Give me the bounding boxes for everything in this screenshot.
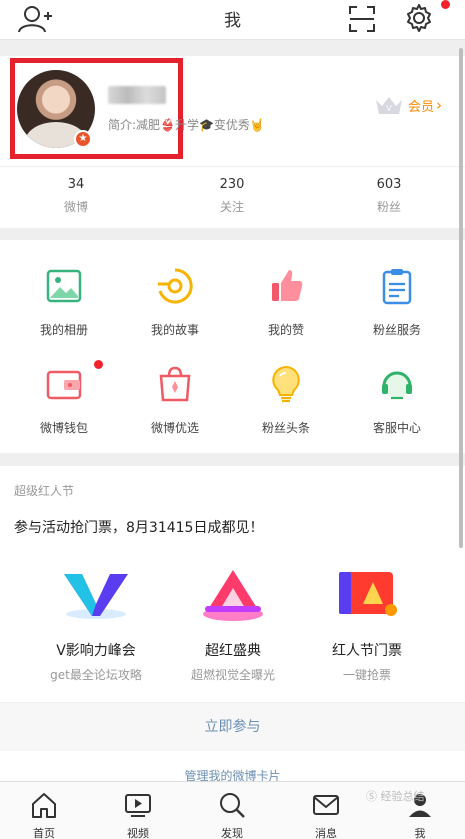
search-icon [220, 793, 245, 818]
grid-label: 粉丝服务 [372, 323, 421, 337]
tab-discover[interactable]: 发现 [202, 790, 262, 839]
grid-item-album[interactable]: 我的相册 [6, 266, 122, 338]
grid-item-story[interactable]: 我的故事 [117, 266, 233, 338]
profile-card[interactable]: ★ 简介:减肥👙升学🎓变优秀🤘 V 会员 › 34 微博 230 关注 603 … [0, 56, 465, 228]
ticket-icon [339, 572, 397, 616]
shopping-bag-icon [159, 366, 191, 402]
grid-label: 我的相册 [39, 323, 88, 337]
stat-count: 603 [376, 177, 402, 192]
event-header: 超级红人节 [14, 484, 75, 498]
tab-label: 发现 [221, 827, 243, 839]
lightbulb-icon [272, 365, 300, 403]
tab-label: 视频 [127, 827, 149, 839]
grid-label: 我的故事 [150, 323, 199, 337]
new-badge-dot [94, 360, 103, 369]
thumb-up-icon [272, 270, 303, 301]
grid-label: 我的赞 [267, 323, 304, 337]
tab-messages[interactable]: 消息 [296, 790, 356, 839]
manage-cards-link[interactable]: 管理我的微博卡片 [0, 751, 465, 783]
grid-label: 微博优选 [150, 421, 199, 435]
event-item-subtitle: 超燃视觉全曝光 [190, 668, 275, 682]
bottom-tab-bar: 首页 视频 发现 消息 我 Ⓢ 经验总结 [0, 781, 465, 839]
grid-label: 客服中心 [372, 421, 421, 435]
join-button[interactable]: 立即参与 [0, 703, 465, 751]
event-item-subtitle: get最全论坛攻略 [50, 668, 142, 682]
notification-dot [441, 0, 450, 9]
stat-count: 230 [219, 177, 245, 192]
tab-label: 消息 [315, 827, 337, 839]
event-subtitle: 参与活动抢门票，8月31415日成都见！ [14, 520, 264, 536]
event-item-title: 红人节门票 [332, 643, 402, 659]
album-icon [46, 269, 82, 303]
event-item-title: V影响力峰会 [56, 643, 136, 659]
home-icon [32, 793, 56, 818]
username-blurred [108, 86, 166, 104]
page-title: 我 [224, 11, 241, 31]
grid-item-headline[interactable]: 粉丝头条 [228, 364, 344, 436]
top-bar: 我 [0, 0, 465, 40]
tab-label: 首页 [33, 827, 55, 839]
highlight-box [10, 58, 183, 159]
vip-button[interactable]: V 会员 › [374, 94, 442, 116]
stat-weibo[interactable]: 34 微博 [36, 177, 116, 215]
story-icon [158, 268, 193, 304]
grid-item-wallet[interactable]: 微博钱包 [6, 360, 122, 436]
stats-row: 34 微博 230 关注 603 粉丝 [0, 166, 465, 228]
stat-following[interactable]: 230 关注 [192, 177, 272, 215]
stat-count: 34 [67, 177, 85, 192]
gear-icon[interactable] [404, 3, 434, 37]
grid-label: 粉丝头条 [261, 421, 310, 435]
video-icon [125, 794, 151, 817]
event-card: 超级红人节 参与活动抢门票，8月31415日成都见！ V影响力峰会 get最全论… [0, 466, 465, 702]
event-item-title: 超红盛典 [205, 643, 261, 659]
tab-home[interactable]: 首页 [14, 790, 74, 839]
tab-label: 我 [414, 827, 426, 839]
watermark: Ⓢ 经验总结 [366, 790, 425, 803]
scan-icon[interactable] [348, 5, 376, 37]
event-item-v-summit[interactable]: V影响力峰会 get最全论坛攻略 [26, 564, 166, 683]
crown-icon: V [376, 97, 402, 114]
stat-label: 微博 [63, 200, 88, 214]
v-logo-icon [64, 574, 128, 619]
scrollbar[interactable] [459, 48, 463, 548]
clipboard-icon [382, 269, 412, 305]
function-grid: 我的相册 我的故事 我的赞 粉丝服务 微博钱包 微博优选 粉丝头条 客服中心 [0, 240, 465, 453]
svg-text:V: V [386, 104, 392, 113]
grid-item-service-center[interactable]: 客服中心 [339, 364, 455, 436]
stat-label: 粉丝 [376, 200, 401, 214]
stage-icon [203, 570, 263, 621]
grid-label: 微博钱包 [39, 421, 88, 435]
event-item-tickets[interactable]: 红人节门票 一键抢票 [297, 564, 437, 683]
vip-label: 会员 [408, 99, 435, 115]
grid-item-likes[interactable]: 我的赞 [228, 266, 344, 338]
stat-label: 关注 [219, 200, 244, 214]
wallet-icon [46, 370, 82, 400]
headset-icon [382, 371, 412, 400]
event-item-gala[interactable]: 超红盛典 超燃视觉全曝光 [163, 564, 303, 683]
event-item-subtitle: 一键抢票 [342, 668, 391, 682]
stat-followers[interactable]: 603 粉丝 [349, 177, 429, 215]
chevron-right-icon: › [436, 96, 443, 114]
tab-video[interactable]: 视频 [108, 790, 168, 839]
grid-item-selection[interactable]: 微博优选 [117, 364, 233, 436]
grid-item-fan-service[interactable]: 粉丝服务 [339, 266, 455, 338]
mail-icon [313, 795, 339, 815]
profile-bio: 简介:减肥👙升学🎓变优秀🤘 [108, 118, 265, 132]
